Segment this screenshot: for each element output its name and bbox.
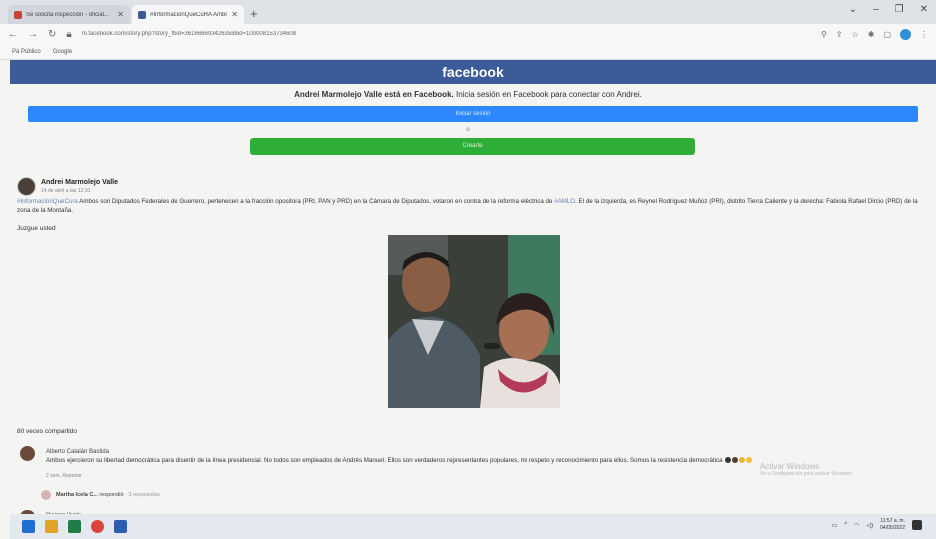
emoji-icon [739,457,746,464]
tab-title: Se solicita inspección - oficial... [26,11,110,18]
tab-title: #InformaciónQueCuRA Ambos s... [150,11,227,18]
menu-icon[interactable]: ⋮ [920,30,928,39]
chevron-down-icon[interactable]: ⌄ [849,4,857,15]
or-separator: o [466,127,470,133]
word-icon[interactable] [114,520,127,533]
minimize-icon[interactable]: – [873,4,879,15]
bookmark-item[interactable]: Pá Público [12,49,41,55]
sidebar-icon[interactable]: ▢ [883,30,891,39]
new-tab-icon[interactable]: + [250,6,258,21]
hashtag-link[interactable]: #InformaciónQueCura [17,198,78,205]
volume-icon[interactable]: ◁) [866,522,873,529]
search-icon[interactable]: ⚲ [821,30,827,39]
chrome-icon[interactable] [91,520,104,533]
close-window-icon[interactable]: ✕ [920,4,928,15]
post-text: #InformaciónQueCura Ambos son Diputados … [17,197,929,215]
excel-icon[interactable] [68,520,81,533]
chevron-up-icon[interactable]: ^ [844,522,847,528]
browser-tab-2[interactable]: #InformaciónQueCuRA Ambos s... ✕ [132,5,244,24]
address-bar: ← → ↻ 🔒︎ m.facebook.com/story.php?story_… [0,24,936,44]
maximize-icon[interactable]: ❐ [895,4,904,15]
comment-meta[interactable]: 2 sem. Reportar [46,473,82,479]
forward-icon[interactable]: → [28,29,38,40]
commenter-avatar[interactable] [20,446,35,461]
comment-author[interactable]: Alberto Catalán Bastida [46,449,109,455]
reply-author: Martha Icela C... [56,492,98,498]
windows-taskbar: ▭ ^ ◠ ◁) 11:57 a. m. 04/05/2022 [10,514,936,539]
post-date[interactable]: 14 de abril a las 12:10 [41,188,90,194]
star-icon[interactable]: ☆ [852,30,859,39]
login-prompt-bold: Andrei Marmolejo Valle está en Facebook. [294,90,454,99]
post-photo[interactable] [388,235,560,408]
reply-action: respondió [99,492,124,498]
puzzle-icon[interactable]: ✱ [868,30,875,39]
window-controls: ⌄ – ❐ ✕ [849,4,928,15]
gmail-favicon-icon [14,10,22,19]
login-prompt: Andrei Marmolejo Valle está en Facebook.… [0,90,936,99]
browser-tab-bar: Se solicita inspección - oficial... ✕ #I… [0,0,936,24]
close-tab-icon[interactable]: ✕ [117,10,124,19]
watermark-title: Activar Windows [760,462,820,471]
watermark-subtitle: Ve a Configuración para activar Windows. [760,471,853,477]
comment-body: Ambos ejercieron su libertad democrática… [46,457,723,464]
login-prompt-text: Inicia sesión en Facebook para conectar … [455,90,642,99]
extensions-area: ⚲ ⇪ ☆ ✱ ▢ ⋮ [821,28,928,40]
keyboard-icon[interactable]: ▭ [832,522,838,529]
back-icon[interactable]: ← [8,29,18,40]
close-tab-icon[interactable]: ✕ [231,10,238,19]
reply-count: · 3 respuestas [125,492,160,498]
file-explorer-icon[interactable] [45,520,58,533]
facebook-logo[interactable]: facebook [442,64,503,80]
browser-tab-1[interactable]: Se solicita inspección - oficial... ✕ [8,5,130,24]
notifications-icon[interactable] [912,520,922,530]
bookmarks-bar: Pá Público Google [0,44,936,60]
clock-time: 11:57 a. m. [880,518,905,524]
network-icon[interactable]: ◠ [854,522,859,529]
post-follow-up: Juzgue usted [17,225,56,232]
share-icon[interactable]: ⇪ [836,30,843,39]
post-author[interactable]: Andrei Marmolejo Valle [41,179,118,186]
activation-watermark: Activar Windows Ve a Configuración para … [760,462,853,477]
profile-icon[interactable] [900,28,911,40]
facebook-favicon-icon [138,10,146,19]
post-text-part1: Ambos son Diputados Federales de Guerrer… [79,198,553,205]
reload-icon[interactable]: ↻ [48,29,56,40]
system-tray: ▭ ^ ◠ ◁) 11:57 a. m. 04/05/2022 [832,518,922,532]
reply-avatar[interactable] [41,490,51,500]
author-avatar[interactable] [17,177,36,196]
emoji-icon [732,457,739,464]
photo-illustration [388,235,560,408]
login-button[interactable]: Iniciar sesión [28,106,918,122]
emoji-icon [725,457,732,464]
url-input[interactable]: m.facebook.com/story.php?story_fbid=3616… [82,31,811,37]
facebook-header: facebook [10,60,936,84]
register-button[interactable]: Crearte [250,138,695,155]
emoji-icon [746,457,753,464]
mention-link[interactable]: #AMLO [554,198,575,205]
comment-text: Ambos ejercieron su libertad democrática… [46,457,753,464]
shares-count[interactable]: 80 veces compartido [17,428,77,435]
lock-icon: 🔒︎ [66,28,72,40]
clock-date: 04/05/2022 [879,525,905,531]
windows-start-icon[interactable] [22,520,35,533]
bookmark-item[interactable]: Google [53,49,72,55]
clock[interactable]: 11:57 a. m. 04/05/2022 [880,518,905,532]
reply-summary[interactable]: Martha Icela C... respondió · 3 respuest… [56,492,160,498]
